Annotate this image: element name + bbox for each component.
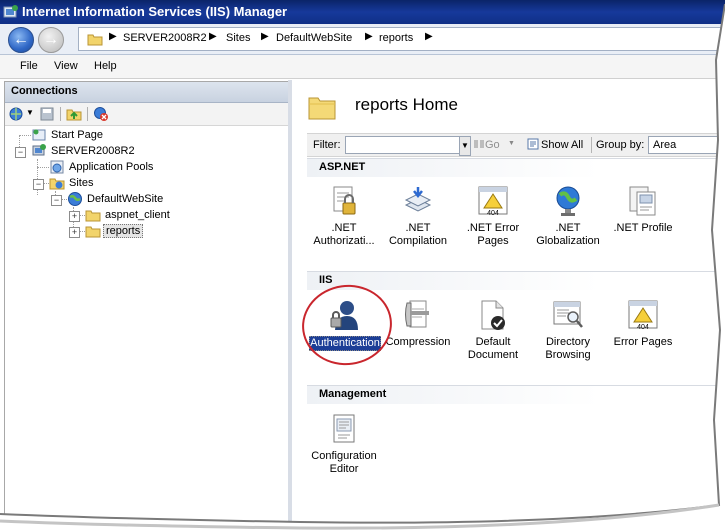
address-breadcrumb-bar[interactable]: ▶ SERVER2008R2 ▶ Sites ▶ DefaultWebSite … (78, 27, 725, 51)
net-error-pages-icon: 404 (477, 185, 509, 217)
net-authorization-icon (328, 185, 360, 217)
expand-toggle-icon[interactable]: + (69, 211, 80, 222)
up-folder-icon[interactable] (66, 106, 82, 122)
filter-label: Filter: (313, 139, 341, 151)
tree-connector (37, 167, 49, 168)
tree-item-label: aspnet_client (105, 209, 170, 221)
group-by-label: Group by: (596, 139, 645, 151)
tree-item-label: DefaultWebSite (87, 193, 164, 205)
forward-button[interactable]: → (38, 27, 64, 53)
window-titlebar: Internet Information Services (IIS) Mana… (0, 0, 725, 24)
menu-bar: File View Help (0, 55, 725, 79)
feature-label: .NET Globalization (536, 222, 600, 247)
navigation-bar: ← → ▶ SERVER2008R2 ▶ Sites ▶ DefaultWebS… (0, 24, 725, 55)
group-header-management[interactable]: Management (307, 385, 725, 404)
group-title: Management (319, 388, 387, 400)
group-by-value: Area (653, 139, 677, 151)
start-page-icon (31, 127, 47, 143)
breadcrumb-separator-icon[interactable]: ▶ (365, 31, 373, 42)
toolbar-separator (591, 137, 592, 153)
net-profile-icon (627, 185, 659, 217)
toolbar-separator (87, 107, 88, 121)
group-by-select[interactable]: Area (648, 136, 725, 154)
show-all-icon (527, 137, 541, 151)
filter-dropdown-icon[interactable]: ▼ (459, 136, 471, 156)
connections-toolbar: ▼ (5, 103, 289, 126)
back-arrow-icon: ← (13, 31, 29, 48)
breadcrumb-separator-icon[interactable]: ▶ (209, 31, 217, 42)
tree-item-label-selected: reports (103, 224, 143, 238)
folder-icon (308, 94, 336, 120)
net-compilation-icon (402, 185, 434, 217)
breadcrumb-server[interactable]: SERVER2008R2 (123, 32, 207, 44)
tree-item-label: SERVER2008R2 (51, 145, 135, 157)
tree-connector (19, 135, 31, 136)
configuration-editor-icon (328, 413, 360, 445)
iis-app-icon (3, 4, 19, 20)
tree-item-label: Start Page (51, 129, 103, 141)
breadcrumb-reports[interactable]: reports (379, 32, 413, 44)
folder-icon (85, 223, 101, 239)
connections-title: Connections (11, 85, 78, 97)
connections-pane: Connections ▼ Start Page − SERVER2008R2 … (4, 81, 290, 523)
expand-toggle-icon[interactable]: + (69, 227, 80, 238)
error-pages-icon: 404 (627, 299, 659, 331)
tree-item-label: Application Pools (69, 161, 154, 173)
go-icon (473, 138, 485, 150)
connections-header: Connections (5, 82, 289, 103)
menu-help[interactable]: Help (94, 60, 117, 72)
folder-icon (85, 207, 101, 223)
menu-file[interactable]: File (20, 60, 38, 72)
iis-manager-screenshot: Internet Information Services (IIS) Mana… (0, 0, 725, 532)
feature-label: Error Pages (613, 336, 673, 348)
collapse-toggle-icon[interactable]: − (51, 195, 62, 206)
feature-label: Directory Browsing (545, 336, 591, 361)
feature-label: .NET Compilation (388, 222, 448, 247)
default-document-icon (477, 299, 509, 331)
app-pools-icon (49, 159, 65, 175)
show-all-button[interactable]: Show All (541, 139, 583, 151)
folder-icon (87, 32, 103, 46)
breadcrumb-separator-icon[interactable]: ▶ (261, 31, 269, 42)
compression-icon (402, 299, 434, 331)
directory-browsing-icon (552, 299, 584, 331)
breadcrumb-separator-icon[interactable]: ▶ (109, 31, 117, 42)
feature-label: .NET Error Pages (466, 222, 520, 247)
collapse-toggle-icon[interactable]: − (15, 147, 26, 158)
disconnect-icon[interactable] (93, 106, 109, 122)
breadcrumb-sites[interactable]: Sites (226, 32, 250, 44)
server-icon (31, 143, 47, 159)
group-header-iis[interactable]: IIS (307, 271, 725, 290)
go-dropdown-icon[interactable]: ▼ (508, 140, 515, 147)
menu-view[interactable]: View (54, 60, 78, 72)
page-title: reports Home (355, 95, 458, 114)
breadcrumb-separator-icon[interactable]: ▶ (425, 31, 433, 42)
net-globalization-icon (552, 185, 584, 217)
breadcrumb-defaultwebsite[interactable]: DefaultWebSite (276, 32, 352, 44)
toolbar-separator (60, 107, 61, 121)
forward-arrow-icon: → (43, 31, 59, 48)
globe-icon (67, 191, 83, 207)
connect-icon[interactable] (9, 106, 25, 122)
feature-label: .NET Profile (613, 222, 673, 234)
group-header-aspnet[interactable]: ASP.NET (307, 158, 725, 177)
filter-input[interactable] (345, 136, 463, 154)
collapse-toggle-icon[interactable]: − (33, 179, 44, 190)
group-title: IIS (319, 274, 333, 286)
feature-label: .NET Authorizati... (313, 222, 375, 247)
filter-toolbar: Filter: ▼ Go ▼ Show All Group by: Area (307, 133, 725, 157)
tree-item-label: Sites (69, 177, 94, 189)
feature-label: Compression (385, 336, 451, 348)
save-icon[interactable] (39, 106, 55, 122)
sites-icon (49, 175, 65, 191)
go-button[interactable]: Go (485, 139, 500, 151)
back-button[interactable]: ← (8, 27, 34, 53)
window-title: Internet Information Services (IIS) Mana… (22, 4, 288, 19)
svg-text:404: 404 (637, 324, 649, 331)
feature-label: Configuration Editor (311, 450, 377, 475)
connect-dropdown-icon[interactable]: ▼ (26, 108, 34, 117)
feature-label: Default Document (467, 336, 519, 361)
svg-text:404: 404 (487, 210, 499, 217)
group-title: ASP.NET (319, 161, 366, 173)
